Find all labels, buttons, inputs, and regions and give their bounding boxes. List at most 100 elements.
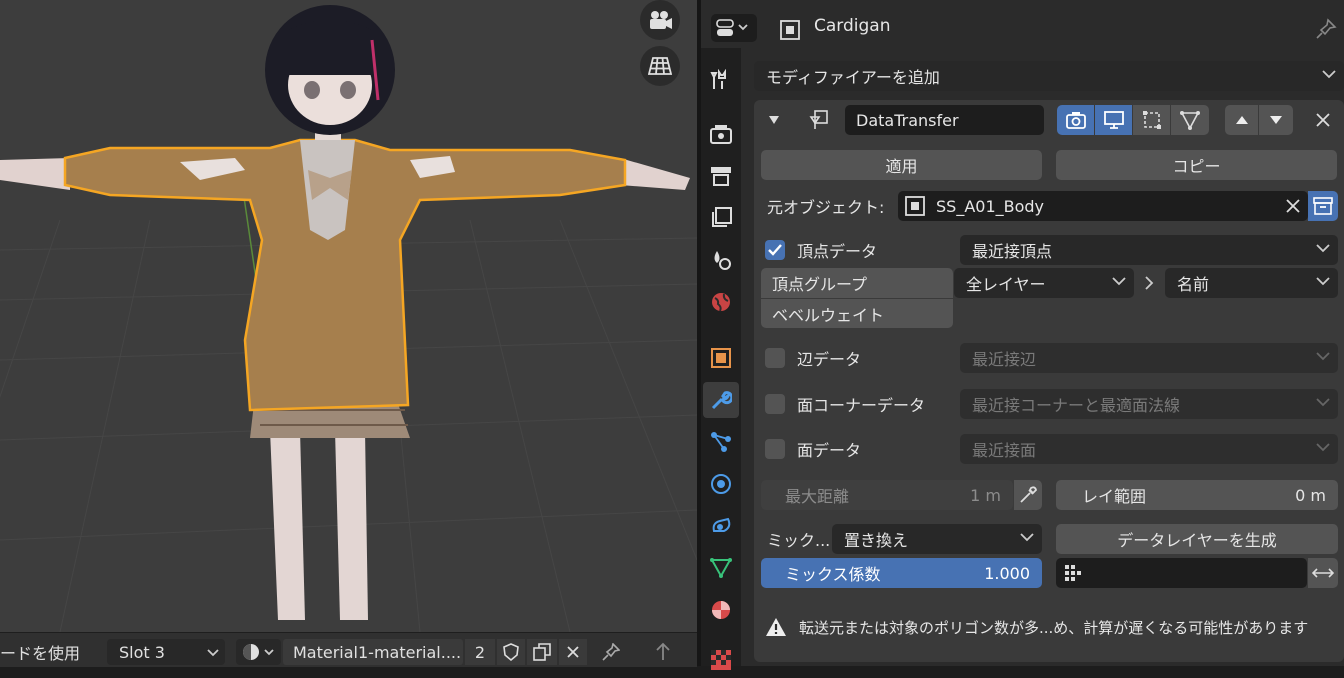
- object-props-icon: [711, 348, 731, 368]
- generate-data-layers-button[interactable]: データレイヤーを生成: [1056, 524, 1338, 554]
- tab-object[interactable]: [703, 340, 739, 376]
- face-data-label: 面データ: [797, 441, 862, 460]
- tab-particles[interactable]: [703, 424, 739, 460]
- realtime-toggle[interactable]: [1095, 105, 1132, 135]
- object-transform-toggle[interactable]: [1308, 191, 1338, 221]
- camera-icon: [1065, 112, 1086, 129]
- ray-radius-label: レイ範囲: [1082, 487, 1147, 506]
- tab-world[interactable]: [703, 284, 739, 320]
- vertex-mapping-select[interactable]: 最近接頂点: [960, 235, 1338, 265]
- tab-data[interactable]: [703, 550, 739, 586]
- tab-view-layer[interactable]: [703, 200, 739, 236]
- editmode-cage-toggle[interactable]: [1133, 105, 1170, 135]
- chevron-down-icon: [1316, 398, 1330, 407]
- mix-mode-value: 置き換え: [844, 531, 909, 550]
- close-icon[interactable]: [1316, 113, 1330, 127]
- fake-user-button[interactable]: [497, 639, 525, 665]
- pin-icon[interactable]: [1315, 18, 1337, 40]
- max-distance-value: 1 m: [970, 485, 1001, 505]
- mix-factor-slider[interactable]: ミックス係数 1.000: [761, 558, 1042, 588]
- duplicate-material-button[interactable]: [527, 639, 557, 665]
- archive-icon: [1313, 197, 1333, 215]
- datatransfer-modifier-icon: [809, 110, 828, 129]
- clear-icon[interactable]: [1286, 199, 1300, 213]
- mode-label: ードを使用: [0, 644, 81, 663]
- material-user-count[interactable]: 2: [465, 639, 495, 665]
- source-object-field[interactable]: SS_A01_Body: [898, 191, 1308, 221]
- tab-material[interactable]: [703, 592, 739, 628]
- mix-mode-select[interactable]: 置き換え: [832, 524, 1042, 554]
- face-corner-mapping-select[interactable]: 最近接コーナーと最適面法線: [960, 389, 1338, 419]
- editor-type-button[interactable]: [711, 14, 757, 42]
- pin-icon: [602, 643, 620, 661]
- tab-physics[interactable]: [703, 466, 739, 502]
- vertex-data-label: 頂点データ: [797, 242, 878, 261]
- tab-modifiers[interactable]: [703, 382, 739, 418]
- render-icon: [710, 125, 732, 144]
- face-corner-data-label: 面コーナーデータ: [797, 396, 926, 415]
- modifier-name-field[interactable]: DataTransfer: [845, 105, 1044, 135]
- output-icon: [711, 167, 731, 186]
- ray-radius-field[interactable]: レイ範囲 0 m: [1056, 480, 1338, 510]
- warning-icon: [766, 618, 786, 636]
- layers-dst-select[interactable]: 名前: [1165, 268, 1338, 298]
- slot-select-label: Slot 3: [119, 642, 165, 662]
- ortho-toggle-button[interactable]: [640, 46, 680, 86]
- editmode-icon: [1142, 111, 1161, 129]
- tab-constraints[interactable]: [703, 508, 739, 544]
- move-down-button[interactable]: [1259, 105, 1293, 135]
- vertex-groups-toggle[interactable]: 頂点グループ: [761, 268, 953, 298]
- vertex-group-field[interactable]: [1056, 558, 1307, 588]
- chevron-down-icon: [1112, 277, 1126, 286]
- tab-scene[interactable]: [703, 242, 739, 278]
- face-data-checkbox[interactable]: [765, 439, 785, 459]
- object-name: Cardigan: [814, 16, 891, 36]
- scene-render: [0, 5, 697, 632]
- move-up-button[interactable]: [1225, 105, 1258, 135]
- copy-icon: [533, 643, 551, 661]
- unlink-material-button[interactable]: [559, 639, 587, 665]
- tab-texture[interactable]: [703, 642, 739, 678]
- use-max-distance-toggle[interactable]: [1014, 480, 1042, 510]
- mix-factor-value: 1.000: [984, 563, 1030, 583]
- camera-view-button[interactable]: [640, 0, 680, 40]
- copy-button[interactable]: コピー: [1056, 150, 1337, 180]
- vertex-data-checkbox[interactable]: [765, 240, 785, 260]
- chevron-down-icon: [1316, 352, 1330, 361]
- edge-mapping-select[interactable]: 最近接辺: [960, 343, 1338, 373]
- on-cage-toggle[interactable]: [1171, 105, 1209, 135]
- shield-icon: [503, 643, 519, 661]
- face-corner-data-checkbox[interactable]: [765, 394, 785, 414]
- max-distance-field[interactable]: 最大距離 1 m: [761, 480, 1013, 510]
- bevel-weight-toggle[interactable]: ベベルウェイト: [761, 298, 953, 328]
- edge-data-checkbox[interactable]: [765, 348, 785, 368]
- 3d-viewport[interactable]: [0, 0, 697, 632]
- edit-mode-toggle[interactable]: [1057, 105, 1094, 135]
- material-name-field[interactable]: Material1-material....: [283, 639, 463, 665]
- chevron-down-icon: [207, 649, 219, 657]
- face-mapping-select[interactable]: 最近接面: [960, 434, 1338, 464]
- pin-button[interactable]: [598, 639, 624, 665]
- chevron-down-icon: [1316, 277, 1330, 286]
- material-sphere-icon: [242, 644, 274, 660]
- monitor-icon: [1103, 111, 1124, 129]
- world-icon: [712, 293, 730, 312]
- material-browse-button[interactable]: [236, 639, 281, 665]
- up-arrow-button[interactable]: [650, 639, 676, 665]
- checkmark-icon: [768, 244, 782, 256]
- slot-select[interactable]: Slot 3: [107, 639, 225, 665]
- close-icon: [567, 646, 579, 658]
- tab-output[interactable]: [703, 158, 739, 194]
- tab-render[interactable]: [703, 116, 739, 152]
- object-icon: [780, 20, 800, 40]
- tab-tool[interactable]: [703, 62, 739, 98]
- add-modifier-dropdown[interactable]: モディファイアーを追加: [754, 61, 1344, 91]
- particles-icon: [711, 432, 731, 452]
- collapse-triangle-icon[interactable]: [768, 114, 780, 126]
- layers-src-select[interactable]: 全レイヤー: [954, 268, 1134, 298]
- apply-button[interactable]: 適用: [761, 150, 1042, 180]
- properties-header: Cardigan: [701, 0, 1344, 48]
- invert-vertex-group-toggle[interactable]: [1308, 558, 1338, 588]
- material-slot-bar: ードを使用 Slot 3 Material1-material.... 2: [0, 632, 697, 667]
- view-layer-icon: [712, 207, 732, 227]
